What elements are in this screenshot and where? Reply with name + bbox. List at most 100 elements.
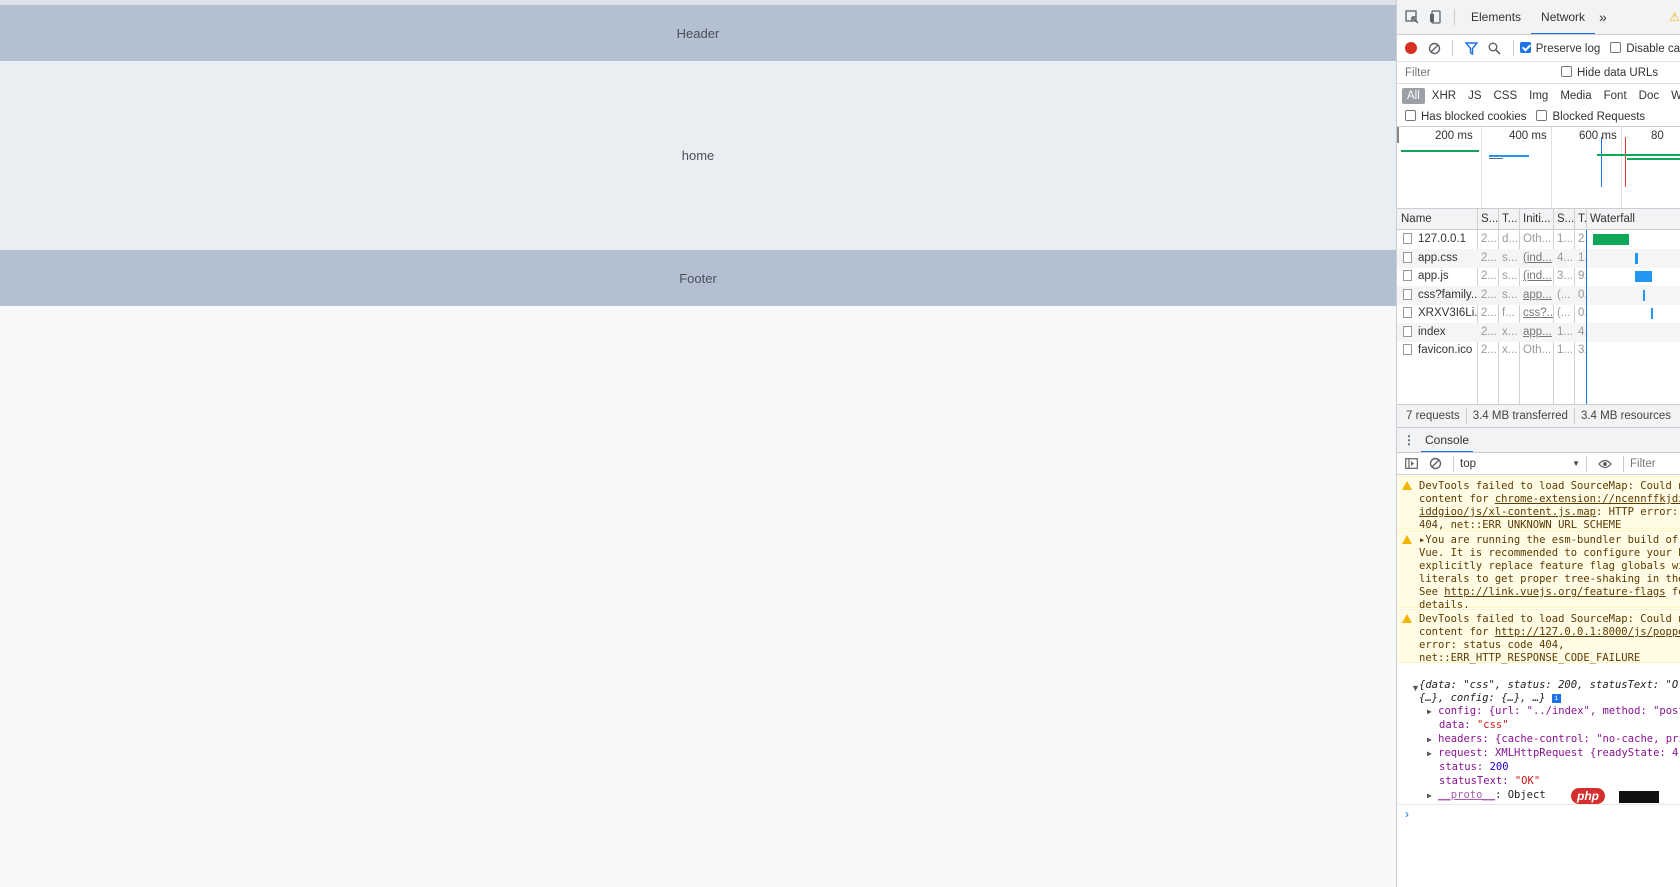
warning-badge-icon[interactable]: ⚠ — [1669, 10, 1680, 24]
cell-size: 1... — [1557, 325, 1573, 338]
column-type[interactable]: T... — [1498, 209, 1519, 230]
file-icon — [1403, 288, 1412, 300]
more-tabs-button[interactable]: » — [1595, 0, 1611, 34]
message-link[interactable]: iddgioo/js/xl-content.js.map — [1419, 506, 1596, 518]
object-prop-config[interactable]: ▶ config: {url: "../index", method: "pos… — [1397, 704, 1680, 719]
clear-icon[interactable] — [1423, 36, 1447, 60]
preserve-log-checkbox[interactable]: Preserve log — [1519, 41, 1600, 55]
table-row[interactable]: app.css 2... s... (ind... 4... 1. — [1397, 248, 1680, 268]
table-row[interactable]: css?family... 2... s... app... (... 0. — [1397, 285, 1680, 305]
object-preview: {…}, config: {…}, …} — [1419, 692, 1546, 704]
column-waterfall[interactable]: Waterfall — [1586, 209, 1680, 230]
cell-initiator: (ind... — [1523, 270, 1552, 282]
prop-value: "OK" — [1514, 775, 1541, 787]
header-text: Header — [676, 25, 720, 41]
type-filter-css[interactable]: CSS — [1488, 88, 1522, 104]
live-expression-eye-icon[interactable] — [1593, 453, 1617, 474]
dropdown-arrow-icon: ▼ — [1572, 458, 1580, 468]
checkbox-icon — [1610, 41, 1622, 53]
console-warning[interactable]: DevTools failed to load SourceMap: Could… — [1397, 476, 1680, 531]
checkbox-icon — [1561, 66, 1572, 77]
column-status[interactable]: S... — [1477, 209, 1498, 230]
inspect-icon[interactable] — [1400, 5, 1424, 29]
record-icon[interactable] — [1399, 36, 1423, 60]
summary-resources: 3.4 MB resources — [1580, 410, 1672, 422]
message-link[interactable]: http://link.vuejs.org/feature-flags — [1444, 586, 1665, 598]
cell-initiator: (ind... — [1523, 251, 1552, 264]
type-filter-img[interactable]: Img — [1524, 88, 1553, 104]
type-filter-font[interactable]: Font — [1599, 88, 1632, 104]
cell-time: 2. — [1578, 233, 1586, 245]
expand-arrow-icon[interactable]: ▼ — [1411, 683, 1420, 693]
object-prop-request[interactable]: ▶ request: XMLHttpRequest {readyState: 4… — [1397, 746, 1680, 761]
divider — [1453, 455, 1454, 472]
filter-icon[interactable] — [1459, 36, 1483, 60]
network-summary: 7 requests 3.4 MB transferred 3.4 MB res… — [1397, 404, 1680, 428]
has-blocked-cookies-checkbox[interactable]: Has blocked cookies — [1405, 110, 1526, 123]
resource-type-filters: All XHR JS CSS Img Media Font Doc WS Ma — [1397, 84, 1680, 107]
console-warning[interactable]: ▸You are running the esm-bundler build o… — [1397, 530, 1680, 611]
console-prompt[interactable]: › — [1397, 804, 1680, 822]
tab-console[interactable]: Console — [1421, 428, 1474, 452]
object-prop-headers[interactable]: ▶ headers: {cache-control: "no-cache, pr… — [1397, 732, 1680, 747]
tab-elements[interactable]: Elements — [1461, 0, 1531, 34]
column-size[interactable]: S... — [1553, 209, 1574, 230]
message-link[interactable]: http://127.0.0.1:8000/js/poppe — [1495, 626, 1680, 638]
hide-data-urls-checkbox[interactable]: Hide data URLs — [1561, 66, 1658, 79]
sidebar-toggle-icon[interactable] — [1399, 453, 1423, 474]
waterfall-bar — [1593, 234, 1629, 245]
column-initiator[interactable]: Initi... — [1519, 209, 1553, 230]
console-filter-input[interactable]: Filter — [1630, 458, 1656, 470]
prop-key: __proto__ — [1438, 789, 1496, 801]
filter-input[interactable] — [1405, 66, 1555, 79]
table-row[interactable]: 127.0.0.1 2... d... Oth... 1... 2. — [1397, 230, 1680, 250]
type-filter-all[interactable]: All — [1402, 87, 1425, 104]
network-overview[interactable]: 200 ms 400 ms 600 ms 80 — [1397, 127, 1680, 209]
message-line: net::ERR_HTTP_RESPONSE_CODE_FAILURE — [1419, 652, 1641, 664]
cell-name: app.js — [1418, 270, 1449, 282]
cell-name: css?family... — [1418, 288, 1477, 301]
table-row[interactable]: favicon.ico 2... x... Oth... 1... 3. — [1397, 341, 1680, 361]
type-filter-media[interactable]: Media — [1555, 88, 1596, 104]
disable-cache-checkbox[interactable]: Disable ca — [1610, 41, 1680, 55]
message-line: explicitly replace feature flag globals … — [1419, 560, 1680, 572]
type-filter-js[interactable]: JS — [1463, 88, 1486, 104]
cell-initiator: Oth... — [1523, 344, 1552, 356]
file-icon — [1403, 233, 1412, 244]
object-prop-status: status: 200 — [1397, 760, 1680, 774]
search-icon[interactable] — [1483, 36, 1507, 60]
timeline-tick: 400 ms — [1509, 130, 1547, 142]
cell-time: 1. — [1578, 251, 1586, 264]
logged-object-summary[interactable]: {data: "css", status: 200, statusText: "… — [1397, 678, 1680, 692]
divider — [1623, 455, 1624, 472]
checkbox-icon — [1536, 110, 1548, 121]
type-filter-doc[interactable]: Doc — [1634, 88, 1664, 104]
type-filter-ws[interactable]: WS — [1666, 88, 1680, 104]
table-row[interactable]: XRXV3I6Li... 2... f... css?... (... 0. — [1397, 304, 1680, 324]
context-select[interactable]: top ▼ — [1460, 458, 1580, 470]
table-row[interactable]: app.js 2... s... (ind... 3... 9. — [1397, 267, 1680, 287]
waterfall-bar — [1635, 252, 1638, 264]
clear-console-icon[interactable] — [1423, 453, 1447, 474]
tab-network[interactable]: Network — [1531, 0, 1596, 34]
file-icon — [1403, 270, 1412, 281]
message-line: fo — [1671, 586, 1680, 598]
php-watermark-logo: php — [1571, 788, 1605, 804]
column-time[interactable]: T. — [1574, 209, 1586, 230]
message-link[interactable]: chrome-extension://ncennffkjdi — [1495, 493, 1680, 505]
watermark-bar — [1619, 791, 1659, 803]
prop-value: 200 — [1489, 761, 1509, 773]
table-row[interactable]: index 2... x... app... 1... 4. — [1397, 322, 1680, 342]
prop-value: : Object — [1495, 789, 1546, 801]
column-name[interactable]: Name — [1397, 209, 1477, 230]
drawer-menu-icon[interactable]: ⋮ — [1397, 433, 1421, 447]
info-icon[interactable]: i — [1551, 694, 1561, 703]
blocked-requests-checkbox[interactable]: Blocked Requests — [1536, 110, 1645, 123]
type-filter-xhr[interactable]: XHR — [1427, 88, 1461, 104]
warning-icon — [1402, 535, 1412, 544]
cell-name: XRXV3I6Li... — [1418, 307, 1477, 319]
devtools-tabbar: Elements Network » ⚠ — [1397, 0, 1680, 35]
console-warning[interactable]: DevTools failed to load SourceMap: Could… — [1397, 609, 1680, 664]
device-toolbar-icon[interactable] — [1424, 5, 1448, 29]
timeline-tick: 600 ms — [1579, 130, 1617, 142]
